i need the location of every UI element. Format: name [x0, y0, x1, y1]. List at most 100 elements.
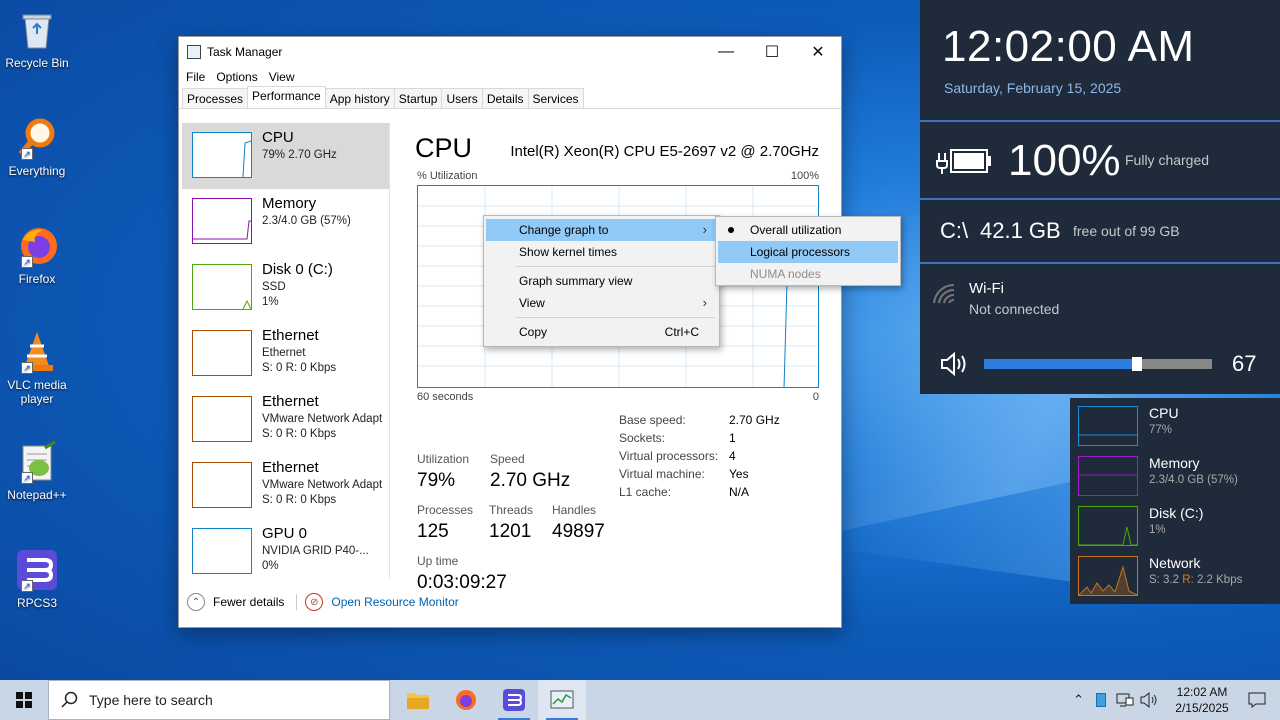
- mini-monitor-memory[interactable]: Memory 2.3/4.0 GB (57%): [1078, 450, 1278, 496]
- taskbar-rpcs3[interactable]: [490, 680, 538, 720]
- desktop-icon-everything[interactable]: ↗ Everything: [4, 116, 70, 178]
- tab-bar: Processes Performance App history Startu…: [179, 86, 841, 109]
- footer-divider: [296, 594, 298, 610]
- close-button[interactable]: ✕: [795, 37, 841, 67]
- volume-slider[interactable]: [984, 357, 1212, 371]
- menu-item-label: NUMA nodes: [750, 267, 821, 281]
- sidebar-item-memory[interactable]: Memory 2.3/4.0 GB (57%): [182, 189, 389, 255]
- maximize-button[interactable]: ☐: [749, 37, 795, 67]
- tab-users[interactable]: Users: [441, 88, 483, 108]
- tab-details[interactable]: Details: [481, 88, 529, 108]
- desktop-icon-label: Notepad++: [7, 488, 67, 502]
- desktop-icon-recycle-bin[interactable]: Recycle Bin: [4, 8, 70, 70]
- system-info-flyout: 12:02:00 AM Saturday, February 15, 2025 …: [920, 0, 1280, 394]
- mini-monitor-disk[interactable]: Disk (C:) 1%: [1078, 500, 1278, 546]
- tray-app-icon[interactable]: [1096, 693, 1106, 707]
- menu-file[interactable]: File: [185, 70, 211, 84]
- taskbar-firefox[interactable]: [442, 680, 490, 720]
- chevron-up-icon[interactable]: ⌃: [187, 593, 205, 611]
- wifi-section: [920, 264, 1280, 334]
- menu-bar: File Options View: [179, 67, 841, 87]
- menu-item-overall-utilization[interactable]: Overall utilization: [718, 219, 898, 241]
- volume-slider-fill: [984, 359, 1137, 369]
- sidebar-item-label: Disk 0 (C:): [262, 261, 333, 278]
- drive-capacity-text: free out of 99 GB: [1073, 223, 1180, 239]
- flyout-date: Saturday, February 15, 2025: [944, 80, 1122, 96]
- mini-monitor-cpu[interactable]: CPU 77%: [1078, 400, 1278, 446]
- mini-monitor-label: Memory: [1149, 455, 1200, 471]
- tab-services[interactable]: Services: [527, 88, 584, 108]
- speaker-icon[interactable]: [940, 352, 968, 376]
- minimize-button[interactable]: —: [703, 37, 749, 67]
- info-row: Virtual processors: 4: [619, 449, 780, 467]
- mini-monitor-value: 2.3/4.0 GB (57%): [1149, 474, 1238, 486]
- info-row: Virtual machine: Yes: [619, 467, 780, 485]
- desktop-icon-label: RPCS3: [16, 596, 57, 610]
- info-value: N/A: [729, 485, 750, 499]
- menu-item-label: Show kernel times: [519, 245, 618, 259]
- sidebar-item-ethernet[interactable]: Ethernet Ethernet S: 0 R: 0 Kbps: [182, 321, 389, 387]
- menu-item-logical-processors[interactable]: Logical processors: [718, 241, 898, 263]
- taskbar-clock[interactable]: 12:02 AM 2/15/2025: [1170, 684, 1234, 716]
- tab-performance[interactable]: Performance: [247, 86, 326, 108]
- start-button[interactable]: [0, 680, 48, 720]
- menu-options[interactable]: Options: [215, 70, 263, 84]
- vlc-cone-icon: ↗: [15, 330, 59, 374]
- tab-app-history[interactable]: App history: [324, 88, 395, 108]
- chevron-right-icon: ›: [702, 222, 707, 237]
- sidebar-item-detail: Ethernet: [262, 347, 306, 359]
- stat-value: 49897: [552, 521, 605, 542]
- sidebar-item-ethernet[interactable]: Ethernet VMware Network Adapt S: 0 R: 0 …: [182, 453, 389, 519]
- info-row: L1 cache: N/A: [619, 485, 780, 503]
- desktop-icon-notepadpp[interactable]: ↗ Notepad++: [4, 440, 70, 502]
- title-bar[interactable]: Task Manager — ☐ ✕: [179, 37, 841, 67]
- rpcs3-icon: ↗: [15, 548, 59, 592]
- sidebar-item-label: CPU: [262, 129, 294, 146]
- menu-item-view[interactable]: View ›: [486, 292, 717, 314]
- menu-view[interactable]: View: [268, 70, 301, 84]
- sidebar-item-cpu[interactable]: CPU 79% 2.70 GHz: [182, 123, 389, 189]
- desktop-icon-rpcs3[interactable]: ↗ RPCS3: [4, 548, 70, 610]
- tab-startup[interactable]: Startup: [393, 88, 443, 108]
- menu-item-change-graph-to[interactable]: Change graph to ›: [486, 219, 717, 241]
- volume-slider-thumb[interactable]: [1131, 357, 1142, 371]
- menu-item-copy[interactable]: Copy Ctrl+C: [486, 321, 717, 343]
- memory-thumbnail-graph: [192, 198, 252, 244]
- menu-item-graph-summary-view[interactable]: Graph summary view: [486, 270, 717, 292]
- speed-stat: Speed 2.70 GHz: [490, 452, 570, 492]
- menu-item-label: Copy: [519, 325, 548, 339]
- chevron-up-icon[interactable]: ⌃: [1073, 692, 1084, 708]
- info-value: 2.70 GHz: [729, 413, 780, 427]
- sidebar-item-label: Memory: [262, 195, 317, 212]
- fewer-details-link[interactable]: Fewer details: [213, 595, 284, 609]
- resource-monitor-icon: ⊘: [305, 593, 324, 611]
- open-resource-monitor-link[interactable]: Open Resource Monitor: [331, 595, 458, 609]
- sidebar-item-detail: S: 0 R: 0 Kbps: [262, 494, 337, 506]
- rpcs3-icon: [503, 689, 525, 711]
- notepadpp-icon: ↗: [15, 440, 59, 484]
- sidebar-item-gpu[interactable]: GPU 0 NVIDIA GRID P40-... 0%: [182, 519, 389, 578]
- taskbar-search-box[interactable]: Type here to search: [48, 680, 390, 720]
- mini-monitor-value: 77%: [1149, 424, 1173, 436]
- folder-icon: [407, 693, 429, 709]
- desktop-icon-firefox[interactable]: ↗ Firefox: [4, 224, 70, 286]
- network-icon[interactable]: [1116, 692, 1134, 708]
- action-center-button[interactable]: [1234, 680, 1280, 720]
- tab-processes[interactable]: Processes: [182, 88, 249, 108]
- taskbar-task-manager[interactable]: [538, 680, 586, 720]
- sidebar-item-ethernet[interactable]: Ethernet VMware Network Adapt S: 0 R: 0 …: [182, 387, 389, 453]
- mini-monitor-network[interactable]: Network S: 3.2 R: 2.2 Kbps: [1078, 550, 1278, 596]
- sidebar-item-disk[interactable]: Disk 0 (C:) SSD 1%: [182, 255, 389, 321]
- volume-icon[interactable]: [1140, 692, 1158, 708]
- magnifier-icon: ↗: [15, 116, 59, 160]
- network-receive-label: R:: [1182, 574, 1194, 586]
- menu-item-show-kernel-times[interactable]: Show kernel times: [486, 241, 717, 263]
- windows-logo-icon: [16, 692, 32, 708]
- sidebar-item-detail: NVIDIA GRID P40-...: [262, 545, 369, 557]
- taskbar-file-explorer[interactable]: [394, 680, 442, 720]
- firefox-icon: [456, 690, 476, 710]
- stat-label: Speed: [490, 452, 525, 466]
- clock-section: 12:02:00 AM Saturday, February 15, 2025: [920, 0, 1280, 122]
- desktop-icon-vlc[interactable]: ↗ VLC media player: [4, 330, 70, 406]
- chevron-right-icon: ›: [702, 295, 707, 310]
